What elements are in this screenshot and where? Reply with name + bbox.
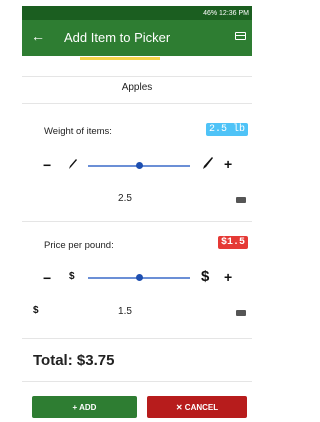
price-label: Price per pound: xyxy=(44,240,114,251)
cancel-button[interactable]: ✕ CANCEL xyxy=(147,396,247,418)
total-amount: Total: $3.75 xyxy=(33,352,115,369)
price-decrease-button[interactable]: − xyxy=(43,271,51,285)
weight-decrease-button[interactable]: − xyxy=(43,158,51,172)
divider xyxy=(22,221,252,222)
add-button[interactable]: + ADD xyxy=(32,396,137,418)
divider xyxy=(22,76,252,77)
currency-prefix: $ xyxy=(33,305,39,316)
window-icon[interactable] xyxy=(235,32,246,40)
weight-badge: 2.5 lb xyxy=(205,123,248,136)
dollar-small-icon: $ xyxy=(69,271,75,282)
price-badge: $1.5 xyxy=(217,236,248,249)
page-title: Add Item to Picker xyxy=(64,30,171,45)
back-arrow-icon[interactable]: ← xyxy=(31,28,45,44)
dollar-large-icon: $ xyxy=(201,268,210,285)
app-bar: ← Add Item to Picker xyxy=(22,20,252,56)
status-text: 46% 12:36 PM xyxy=(203,9,249,17)
price-slider-thumb[interactable] xyxy=(135,274,143,281)
pen-large-icon xyxy=(202,156,214,170)
price-increase-button[interactable]: + xyxy=(224,270,232,284)
keyboard-icon[interactable] xyxy=(236,197,246,203)
loading-indicator xyxy=(80,57,160,60)
weight-slider-thumb[interactable] xyxy=(135,162,143,169)
price-value[interactable]: 1.5 xyxy=(100,306,150,317)
divider xyxy=(22,381,252,382)
keyboard-icon[interactable] xyxy=(236,310,246,316)
item-name: Apples xyxy=(121,82,153,93)
weight-label: Weight of items: xyxy=(44,126,112,137)
pen-small-icon xyxy=(68,158,78,170)
weight-increase-button[interactable]: + xyxy=(224,157,232,171)
divider xyxy=(22,338,252,339)
weight-value[interactable]: 2.5 xyxy=(100,193,150,204)
divider xyxy=(22,103,252,104)
status-bar: 46% 12:36 PM xyxy=(22,6,252,20)
